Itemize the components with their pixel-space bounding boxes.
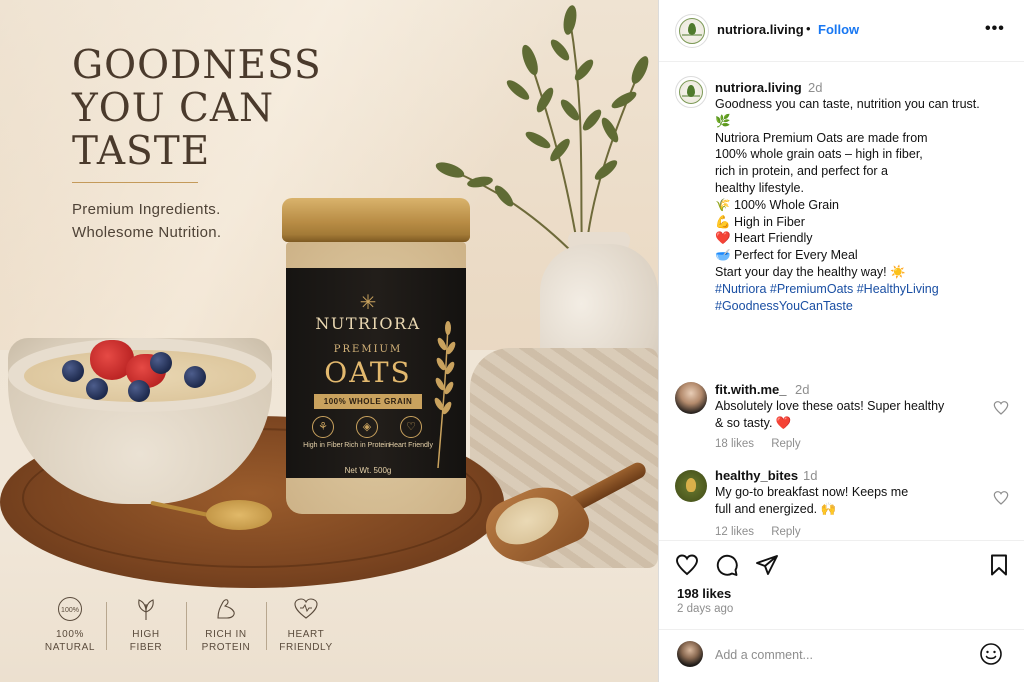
blueberry [184,366,206,388]
headline-line-2: YOU CAN [72,86,275,131]
jar-lid-rim [282,234,470,242]
caption-line: Start your day the healthy way! ☀️ [715,264,906,279]
jar-feature-label: Rich in Protein [344,442,390,449]
caption-line: 🌾 100% Whole Grain [715,197,839,212]
share-icon[interactable] [755,553,779,577]
post-header: nutriora.living • Follow ••• [659,0,1024,62]
subline-line-1: Premium Ingredients. [72,201,221,218]
headline-divider [72,182,198,183]
feature-line: FIBER [129,642,163,653]
feature-line: HEART [287,629,325,640]
subline: Premium Ingredients. Wholesome Nutrition… [72,198,221,244]
muscle-icon [217,599,235,619]
bookmark-icon[interactable] [987,553,1011,577]
caption-line: Nutriora Premium Oats are made from [715,130,928,145]
separator-dot: • [806,21,811,36]
feature-protein: RICH IN PROTEIN [186,596,266,654]
feature-line: RICH IN [205,629,247,640]
gold-spoon [206,500,272,530]
heart-icon[interactable] [675,553,699,577]
feature-line: HIGH [132,629,160,640]
feature-line: PROTEIN [201,642,251,653]
feature-natural: 100% 100% NATURAL [30,596,110,654]
add-comment-row [659,629,1024,682]
hashtag-link[interactable]: #Nutriora #PremiumOats #HealthyLiving [715,281,995,298]
natural-badge-icon: 100% [58,597,82,621]
feature-line: NATURAL [44,642,96,653]
avatar-text-line [682,34,702,37]
headline: GOODNESS YOU CAN TASTE [72,44,372,173]
leaf-icon [686,478,696,492]
blueberry [62,360,84,382]
feature-line: 100% [56,629,84,640]
post-timestamp: 2 days ago [677,603,734,615]
jar-feature-fiber: ⚘ High in Fiber [300,416,346,450]
comment-likes[interactable]: 12 likes [715,526,754,538]
caption-line: healthy lifestyle. [715,180,804,195]
headline-line-1: GOODNESS [72,43,322,88]
feature-line: FRIENDLY [279,642,333,653]
image-feature-row: 100% 100% NATURAL HIGH FIBER RICH IN PRO… [32,596,362,660]
likes-count[interactable]: 198 likes [677,586,731,601]
natural-badge-text: 100% [61,607,79,614]
caption-time: 2d [808,80,823,95]
blueberry [150,352,172,374]
comment-time: 1d [803,468,818,483]
comment-icon[interactable] [715,553,739,577]
comment-time: 2d [795,382,810,397]
caption-line: 100% whole grain oats – high in fiber, [715,147,923,162]
post-image: GOODNESS YOU CAN TASTE Premium Ingredien… [0,0,658,682]
follow-button[interactable]: Follow [818,22,859,37]
current-user-avatar [677,641,703,667]
caption-line: rich in protein, and perfect for a [715,164,889,179]
caption-text: Goodness you can taste, nutrition you ca… [715,96,995,314]
comment-heart-icon[interactable] [993,490,1009,506]
oats-jar: ✳ NUTRIORA PREMIUM OATS 100% WHOLE GRAIN… [282,198,470,516]
comment-meta: 12 likes Reply [715,526,815,538]
jar-feature-label: Heart Friendly [389,442,433,449]
jar-feature-label: High in Fiber [303,442,343,449]
commenter-avatar[interactable] [675,382,707,414]
blueberry [86,378,108,400]
caption-line: Goodness you can taste, nutrition you ca… [715,97,984,128]
add-comment-input[interactable] [715,648,965,662]
heart-icon [294,598,318,619]
wheat-icon: ⚘ [312,416,334,438]
more-dots-icon[interactable]: ••• [985,20,1005,38]
account-username[interactable]: nutriora.living [717,22,804,37]
feature-fiber: HIGH FIBER [106,596,186,654]
post-side-panel: nutriora.living • Follow ••• nutriora.li… [658,0,1024,682]
comment-heart-icon[interactable] [993,400,1009,416]
caption-username[interactable]: nutriora.living [715,80,802,95]
caption-line: ❤️ Heart Friendly [715,231,813,246]
comment-text: My go-to breakfast now! Keeps me full an… [715,485,909,516]
feature-heart: HEART FRIENDLY [266,596,346,654]
caption-line: 🥣 Perfect for Every Meal [715,248,858,263]
caption-avatar[interactable] [675,76,707,108]
leaf-icon [138,599,154,620]
jar-badge: 100% WHOLE GRAIN [314,394,422,409]
jar-feature-protein: ◈ Rich in Protein [344,416,390,450]
wheat-stalk-icon [434,321,456,468]
emblem-icon: ✳ [359,292,377,314]
protein-icon: ◈ [356,416,378,438]
hashtag-link[interactable]: #GoodnessYouCanTaste [715,298,995,315]
reply-button[interactable]: Reply [771,526,800,538]
emoji-icon[interactable] [979,642,1003,666]
account-avatar[interactable] [675,14,709,48]
post-actions: 198 likes 2 days ago [659,540,1024,682]
commenter-avatar[interactable] [675,470,707,502]
blueberry [128,380,150,402]
comment-username[interactable]: healthy_bites [715,468,798,483]
avatar-text-line [682,95,700,97]
subline-line-2: Wholesome Nutrition. [72,224,222,241]
heart-icon: ♡ [400,416,422,438]
comment-likes[interactable]: 18 likes [715,438,754,450]
comment-username[interactable]: fit.with.me_ [715,382,787,397]
comment-text: Absolutely love these oats! Super health… [715,399,945,430]
comment-meta: 18 likes Reply [715,438,815,450]
headline-line-3: TASTE [72,129,211,174]
reply-button[interactable]: Reply [771,438,800,450]
caption-line: 💪 High in Fiber [715,214,805,229]
